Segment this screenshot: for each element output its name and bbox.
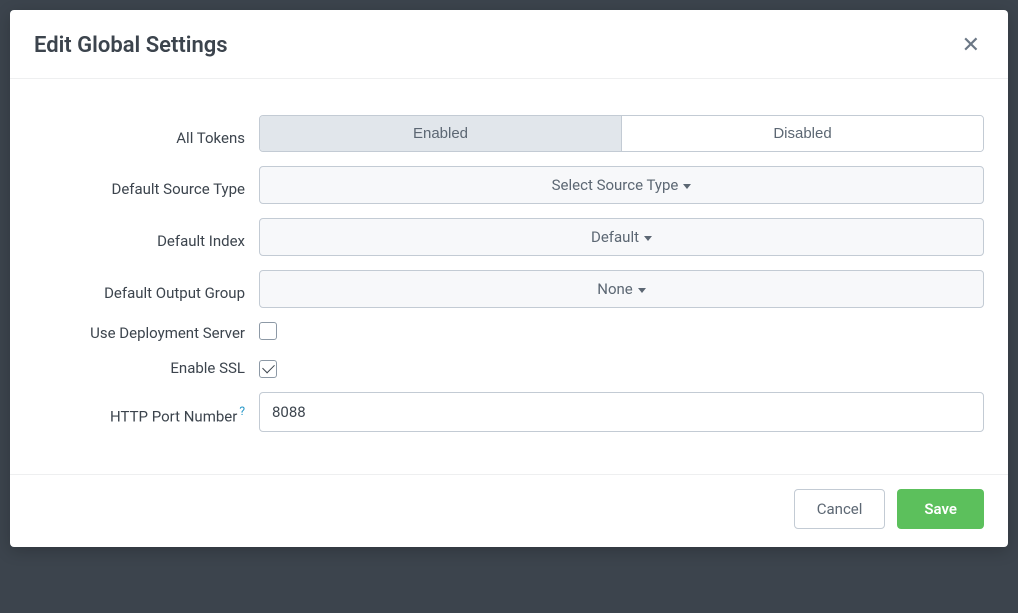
label-text-http-port-number: HTTP Port Number [110, 408, 237, 426]
default-source-type-dropdown[interactable]: Select Source Type [259, 166, 984, 204]
control-http-port-number [259, 392, 984, 432]
caret-down-icon [638, 288, 646, 293]
caret-down-icon [683, 184, 691, 189]
row-use-deployment-server: Use Deployment Server [34, 322, 984, 343]
row-enable-ssl: Enable SSL [34, 357, 984, 378]
default-source-type-value: Select Source Type [552, 176, 679, 194]
edit-global-settings-modal: Edit Global Settings ✕ All Tokens Enable… [10, 10, 1008, 547]
all-tokens-toggle: Enabled Disabled [259, 115, 984, 152]
control-default-index: Default [259, 218, 984, 256]
label-default-index: Default Index [34, 224, 259, 250]
use-deployment-server-checkbox[interactable] [259, 322, 277, 340]
control-default-source-type: Select Source Type [259, 166, 984, 204]
enable-ssl-checkbox[interactable] [259, 360, 277, 378]
http-port-help-link[interactable]: ? [239, 404, 245, 418]
all-tokens-enabled-option[interactable]: Enabled [260, 116, 622, 151]
default-index-dropdown[interactable]: Default [259, 218, 984, 256]
label-default-source-type: Default Source Type [34, 172, 259, 198]
close-button[interactable]: ✕ [958, 30, 984, 60]
all-tokens-disabled-option[interactable]: Disabled [622, 116, 983, 151]
row-default-source-type: Default Source Type Select Source Type [34, 166, 984, 204]
default-output-group-dropdown[interactable]: None [259, 270, 984, 308]
label-text-default-index: Default Index [157, 232, 245, 250]
http-port-number-input[interactable] [259, 392, 984, 432]
control-use-deployment-server [259, 322, 984, 343]
save-button[interactable]: Save [897, 489, 984, 529]
label-text-default-source-type: Default Source Type [111, 180, 245, 198]
close-icon: ✕ [962, 32, 980, 57]
control-default-output-group: None [259, 270, 984, 308]
default-index-value: Default [591, 228, 639, 246]
label-http-port-number: HTTP Port Number? [34, 397, 259, 425]
default-output-group-value: None [597, 280, 633, 298]
modal-title: Edit Global Settings [34, 33, 228, 58]
label-text-default-output-group: Default Output Group [104, 284, 245, 302]
label-text-use-deployment-server: Use Deployment Server [90, 324, 245, 342]
row-all-tokens: All Tokens Enabled Disabled [34, 115, 984, 152]
label-enable-ssl: Enable SSL [34, 358, 259, 377]
row-default-index: Default Index Default [34, 218, 984, 256]
modal-footer: Cancel Save [10, 474, 1008, 547]
label-text-enable-ssl: Enable SSL [170, 359, 245, 377]
control-all-tokens: Enabled Disabled [259, 115, 984, 152]
row-default-output-group: Default Output Group None [34, 270, 984, 308]
modal-body: All Tokens Enabled Disabled Default Sour… [10, 79, 1008, 474]
label-use-deployment-server: Use Deployment Server [34, 323, 259, 342]
caret-down-icon [644, 236, 652, 241]
label-default-output-group: Default Output Group [34, 276, 259, 302]
label-text-all-tokens: All Tokens [176, 129, 245, 147]
cancel-button[interactable]: Cancel [794, 489, 886, 529]
modal-header: Edit Global Settings ✕ [10, 10, 1008, 79]
label-all-tokens: All Tokens [34, 121, 259, 147]
row-http-port-number: HTTP Port Number? [34, 392, 984, 432]
control-enable-ssl [259, 357, 984, 378]
